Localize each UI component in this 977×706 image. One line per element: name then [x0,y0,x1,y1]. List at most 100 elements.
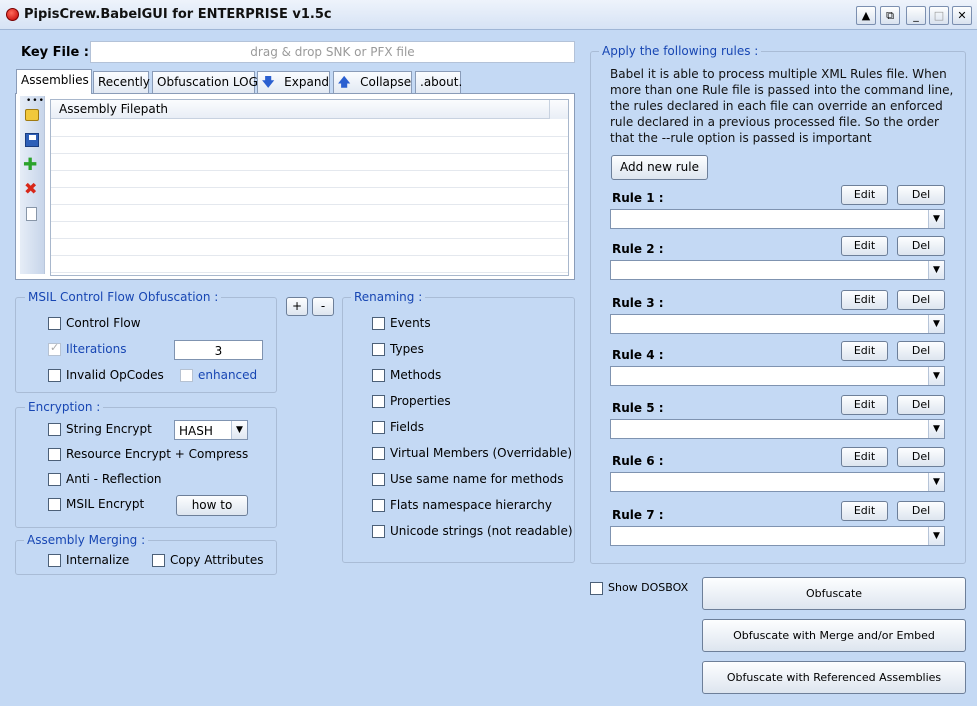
rule-3-label: Rule 3 : [612,296,664,310]
rule-5-label: Rule 5 : [612,401,664,415]
rule-4-label: Rule 4 : [612,348,664,362]
add-new-rule-button[interactable]: Add new rule [611,155,708,180]
plus-button[interactable]: + [286,297,308,316]
rule-1-edit-button[interactable]: Edit [841,185,888,205]
invalid-opcodes-checkbox[interactable] [48,369,61,382]
rule-2-del-button[interactable]: Del [897,236,945,256]
iterations-input[interactable]: 3 [174,340,263,360]
obfuscate-referenced-button[interactable]: Obfuscate with Referenced Assemblies [702,661,966,694]
types-label: Types [390,342,424,356]
table-row [51,171,568,188]
unicode-strings-checkbox[interactable] [372,525,385,538]
rule-3-edit-button[interactable]: Edit [841,290,888,310]
iterations-label: Ilterations [66,342,127,356]
new-file-icon[interactable] [26,207,37,221]
flat-namespace-checkbox[interactable] [372,499,385,512]
rule-5-edit-button[interactable]: Edit [841,395,888,415]
properties-checkbox[interactable] [372,395,385,408]
pin-icon[interactable]: ⧉ [880,6,900,25]
show-dosbox-checkbox[interactable] [590,582,603,595]
rule-4-del-button[interactable]: Del [897,341,945,361]
internalize-checkbox[interactable] [48,554,61,567]
chevron-down-icon: ▼ [928,420,944,438]
open-folder-icon[interactable] [25,109,39,121]
fields-checkbox[interactable] [372,421,385,434]
delete-icon[interactable]: ✖ [24,181,37,197]
table-row [51,205,568,222]
same-name-methods-label: Use same name for methods [390,472,564,486]
resource-encrypt-checkbox[interactable] [48,448,61,461]
keyfile-placeholder: drag & drop SNK or PFX file [250,45,415,59]
chevron-down-icon: ▼ [231,421,247,439]
tab-assemblies[interactable]: Assemblies [16,69,92,94]
rule-6-edit-button[interactable]: Edit [841,447,888,467]
how-to-button[interactable]: how to [176,495,248,516]
tab-obfuscation-log[interactable]: Obfuscation LOG [152,71,258,93]
virtual-members-checkbox[interactable] [372,447,385,460]
tab-about[interactable]: .about. [415,71,462,93]
rule-4-edit-button[interactable]: Edit [841,341,888,361]
rule-6-del-button[interactable]: Del [897,447,945,467]
rule-3-del-button[interactable]: Del [897,290,945,310]
iterations-checkbox [48,341,61,356]
msil-group-title: MSIL Control Flow Obfuscation : [25,290,222,304]
maximize-button[interactable]: □ [929,6,949,25]
obfuscate-merge-button[interactable]: Obfuscate with Merge and/or Embed [702,619,966,652]
copy-attributes-checkbox[interactable] [152,554,165,567]
title-bar: PipisCrew.BabelGUI for ENTERPRISE v1.5c … [0,0,977,30]
msil-encrypt-label: MSIL Encrypt [66,497,145,511]
rule-7-edit-button[interactable]: Edit [841,501,888,521]
chevron-down-icon: ▼ [928,315,944,333]
rule-7-select[interactable]: ▼ [610,526,945,546]
keyfile-input[interactable]: drag & drop SNK or PFX file [90,41,575,63]
rule-7-del-button[interactable]: Del [897,501,945,521]
fields-label: Fields [390,420,424,434]
resource-encrypt-label: Resource Encrypt + Compress [66,447,249,461]
table-row [51,154,568,171]
types-checkbox[interactable] [372,343,385,356]
rule-6-select[interactable]: ▼ [610,472,945,492]
rule-5-select[interactable]: ▼ [610,419,945,439]
rule-1-del-button[interactable]: Del [897,185,945,205]
rule-2-edit-button[interactable]: Edit [841,236,888,256]
scroll-up-icon[interactable]: ▲ [856,6,876,25]
anti-reflection-checkbox[interactable] [48,473,61,486]
assembly-filepath-header[interactable]: Assembly Filepath [51,100,568,119]
control-flow-checkbox[interactable] [48,317,61,330]
string-encrypt-checkbox[interactable] [48,423,61,436]
rule-4-select[interactable]: ▼ [610,366,945,386]
properties-label: Properties [390,394,451,408]
add-icon[interactable]: ✚ [23,157,37,174]
chevron-down-icon: ▼ [928,527,944,545]
tab-collapse[interactable]: 🡅 Collapse [333,71,412,93]
tab-recently[interactable]: Recently [93,71,150,93]
rule-1-label: Rule 1 : [612,191,664,205]
hash-select[interactable]: HASH ▼ [174,420,248,440]
assemblies-grid[interactable]: Assembly Filepath [50,99,569,276]
chevron-down-icon: ▼ [928,473,944,491]
tab-expand[interactable]: 🡇 Expand [257,71,330,93]
rules-description: Babel it is able to process multiple XML… [610,67,954,145]
minimize-button[interactable]: _ [906,6,926,25]
iterations-value: 3 [214,344,223,358]
enhanced-label: enhanced [198,368,258,382]
chevron-down-icon: ▼ [928,261,944,279]
same-name-methods-checkbox[interactable] [372,473,385,486]
arrow-down-icon: 🡇 [262,75,275,89]
encryption-group-title: Encryption : [25,400,104,414]
rule-5-del-button[interactable]: Del [897,395,945,415]
obfuscate-button[interactable]: Obfuscate [702,577,966,610]
msil-encrypt-checkbox[interactable] [48,498,61,511]
close-button[interactable]: ✕ [952,6,972,25]
events-checkbox[interactable] [372,317,385,330]
events-label: Events [390,316,431,330]
save-icon[interactable] [25,133,39,147]
internalize-label: Internalize [66,553,130,567]
minus-button[interactable]: - [312,297,334,316]
rule-2-select[interactable]: ▼ [610,260,945,280]
tab-collapse-label: Collapse [360,75,412,89]
methods-checkbox[interactable] [372,369,385,382]
anti-reflection-label: Anti - Reflection [66,472,162,486]
rule-1-select[interactable]: ▼ [610,209,945,229]
rule-3-select[interactable]: ▼ [610,314,945,334]
